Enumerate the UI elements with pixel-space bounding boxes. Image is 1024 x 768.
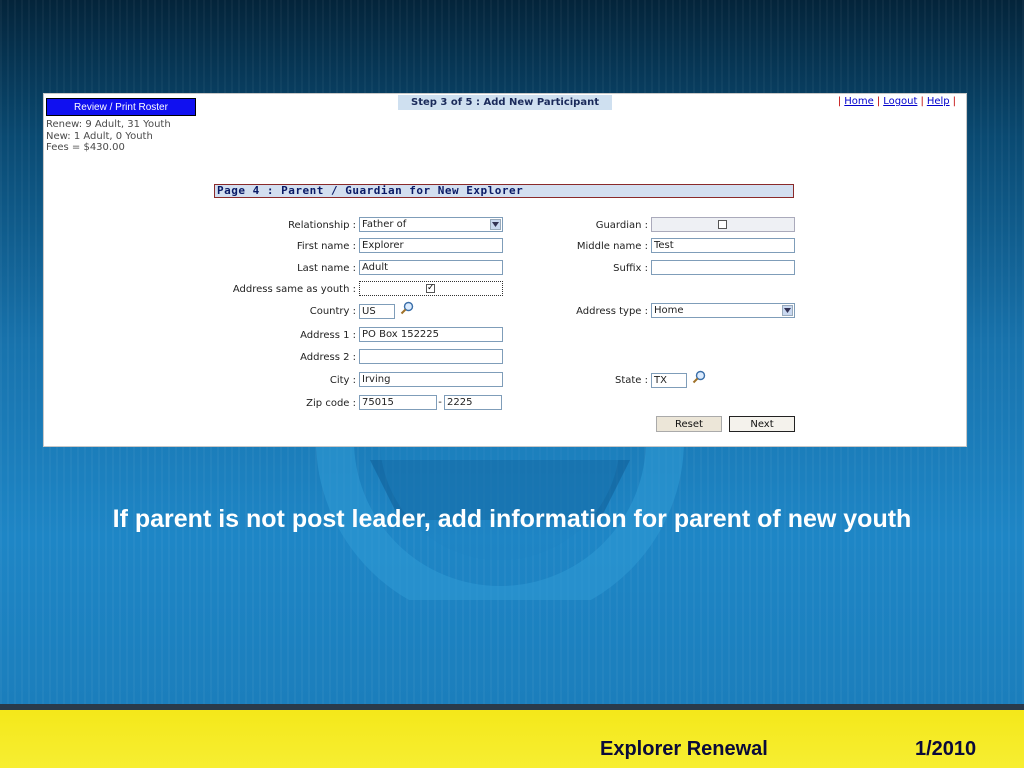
footer-title: Explorer Renewal [600, 738, 768, 760]
last-name-label: Last name : [297, 263, 356, 274]
slide-footer: Explorer Renewal 1/2010 [0, 710, 1024, 768]
address1-input[interactable]: PO Box 152225 [359, 327, 503, 342]
country-input[interactable]: US [359, 304, 395, 319]
summary-new: New: 1 Adult, 0 Youth [46, 130, 153, 142]
top-links: | Home | Logout | Help | [837, 96, 956, 107]
last-name-input[interactable]: Adult [359, 260, 503, 275]
relationship-label: Relationship : [288, 220, 356, 231]
summary-fees: Fees = $430.00 [46, 142, 125, 153]
address2-label: Address 2 : [300, 352, 356, 363]
city-input[interactable]: Irving [359, 372, 503, 387]
country-label: Country : [309, 306, 356, 317]
first-name-input[interactable]: Explorer [359, 238, 503, 253]
zip-label: Zip code : [306, 398, 356, 409]
middle-name-input[interactable]: Test [651, 238, 795, 253]
guardian-checkbox[interactable] [718, 220, 727, 229]
address-type-select[interactable]: Home [651, 303, 795, 318]
footer-date: 1/2010 [915, 738, 977, 760]
address-type-label: Address type : [576, 306, 648, 317]
home-link[interactable]: Home [844, 96, 874, 107]
zip-separator: - [438, 397, 442, 408]
logout-link[interactable]: Logout [883, 96, 917, 107]
step-banner: Step 3 of 5 : Add New Participant [398, 95, 612, 110]
guardian-label: Guardian : [595, 220, 648, 231]
reset-button[interactable]: Reset [656, 416, 722, 432]
chevron-down-icon[interactable] [490, 219, 501, 230]
middle-name-label: Middle name : [576, 241, 648, 252]
suffix-label: Suffix : [613, 263, 648, 274]
guardian-box[interactable] [651, 217, 795, 232]
address2-input[interactable] [359, 349, 503, 364]
relationship-value: Father of [362, 219, 407, 230]
zip-ext-input[interactable]: 2225 [444, 395, 502, 410]
address-same-checkbox[interactable]: ✓ [426, 284, 435, 293]
summary-renew: Renew: 9 Adult, 31 Youth [46, 119, 171, 130]
zip-input[interactable]: 75015 [359, 395, 437, 410]
section-title: Page 4 : Parent / Guardian for New Explo… [214, 184, 794, 198]
slide-caption: If parent is not post leader, add inform… [112, 505, 912, 533]
search-icon[interactable] [400, 301, 414, 315]
search-icon[interactable] [692, 370, 706, 384]
chevron-down-icon[interactable] [782, 305, 793, 316]
city-label: City : [329, 375, 356, 386]
app-panel: Review / Print Roster Renew: 9 Adult, 31… [43, 93, 967, 447]
address-type-value: Home [654, 305, 684, 316]
address1-label: Address 1 : [300, 330, 356, 341]
address-same-box[interactable]: ✓ [359, 281, 503, 296]
review-print-roster-button[interactable]: Review / Print Roster [46, 98, 196, 116]
first-name-label: First name : [296, 241, 356, 252]
help-link[interactable]: Help [927, 96, 950, 107]
state-label: State : [614, 375, 648, 386]
state-input[interactable]: TX [651, 373, 687, 388]
suffix-input[interactable] [651, 260, 795, 275]
next-button[interactable]: Next [729, 416, 795, 432]
relationship-select[interactable]: Father of [359, 217, 503, 232]
address-same-label: Address same as youth : [232, 284, 356, 295]
renewal-summary: Renew: 9 Adult, 31 Youth New: 1 Adult, 0… [46, 119, 171, 154]
